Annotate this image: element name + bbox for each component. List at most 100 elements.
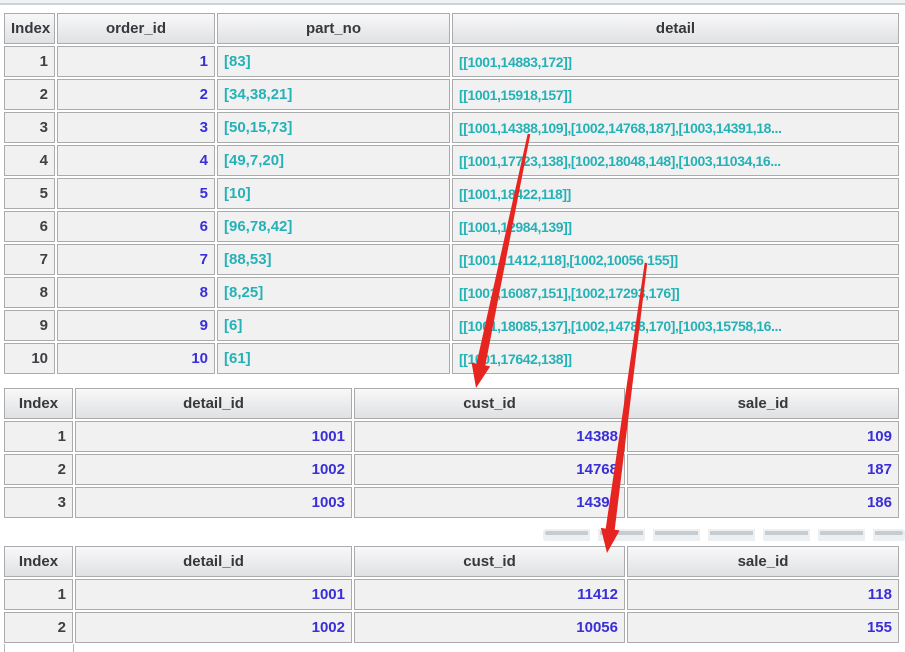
table-row: 22[34,38,21][[1001,15918,157]] [4,79,899,110]
column-header-order_id[interactable]: order_id [57,13,215,44]
obscured-row-strip [543,529,905,541]
table-cell-detail[interactable]: [[1001,17642,138]] [452,343,899,374]
table-cell-order_id[interactable]: 2 [57,79,215,110]
header-row: Indexdetail_idcust_idsale_id [4,546,899,577]
header-row: Indexorder_idpart_nodetail [4,13,899,44]
table-row: 66[96,78,42][[1001,12984,139]] [4,211,899,242]
table-cell-cust_id[interactable]: 10056 [354,612,625,643]
table-row: 1010[61][[1001,17642,138]] [4,343,899,374]
table-cell-detail[interactable]: [[1001,11412,118],[1002,10056,155]] [452,244,899,275]
column-header-index[interactable]: Index [4,546,73,577]
table-cell-part_no[interactable]: [50,15,73] [217,112,450,143]
table-cell-index[interactable]: 3 [4,487,73,518]
cropped-row-index-border [73,644,74,652]
table-cell-index[interactable]: 2 [4,79,55,110]
table-cell-order_id[interactable]: 3 [57,112,215,143]
table-cell-sale_id[interactable]: 109 [627,421,899,452]
table-cell-part_no[interactable]: [88,53] [217,244,450,275]
table-cell-cust_id[interactable]: 14768 [354,454,625,485]
table-cell-order_id[interactable]: 7 [57,244,215,275]
table-row: 77[88,53][[1001,11412,118],[1002,10056,1… [4,244,899,275]
table-cell-sale_id[interactable]: 118 [627,579,899,610]
table-row: 2100214768187 [4,454,899,485]
obscured-row-dashes [545,531,903,535]
table-cell-part_no[interactable]: [96,78,42] [217,211,450,242]
table-cell-index[interactable]: 1 [4,421,73,452]
table-cell-index[interactable]: 1 [4,46,55,77]
table-cell-order_id[interactable]: 1 [57,46,215,77]
table-cell-part_no[interactable]: [10] [217,178,450,209]
table-cell-index[interactable]: 3 [4,112,55,143]
table-cell-detail[interactable]: [[1001,17723,138],[1002,18048,148],[1003… [452,145,899,176]
table-cell-sale_id[interactable]: 155 [627,612,899,643]
table-row: 1100111412118 [4,579,899,610]
table-cell-detail_id[interactable]: 1001 [75,579,352,610]
table-cell-sale_id[interactable]: 186 [627,487,899,518]
table-cell-part_no[interactable]: [49,7,20] [217,145,450,176]
column-header-index[interactable]: Index [4,13,55,44]
table-row: 44[49,7,20][[1001,17723,138],[1002,18048… [4,145,899,176]
order3-detail-data-grid: Indexdetail_idcust_idsale_id110011438810… [2,386,901,520]
table-cell-part_no[interactable]: [34,38,21] [217,79,450,110]
column-header-sale_id[interactable]: sale_id [627,388,899,419]
column-header-detail[interactable]: detail [452,13,899,44]
table-cell-index[interactable]: 5 [4,178,55,209]
table-cell-detail_id[interactable]: 1002 [75,612,352,643]
table-cell-index[interactable]: 1 [4,579,73,610]
cropped-row-left-border [4,644,5,652]
table-row: 99[6][[1001,18085,137],[1002,14788,170],… [4,310,899,341]
table-cell-index[interactable]: 9 [4,310,55,341]
table-cell-detail_id[interactable]: 1003 [75,487,352,518]
table-cell-order_id[interactable]: 8 [57,277,215,308]
column-header-cust_id[interactable]: cust_id [354,546,625,577]
orders-table: Indexorder_idpart_nodetail11[83][[1001,1… [2,11,901,376]
table-cell-order_id[interactable]: 6 [57,211,215,242]
header-row: Indexdetail_idcust_idsale_id [4,388,899,419]
table-cell-order_id[interactable]: 10 [57,343,215,374]
table-row: 88[8,25][[1001,16087,151],[1002,17293,17… [4,277,899,308]
table-row: 3100314391186 [4,487,899,518]
table-cell-part_no[interactable]: [8,25] [217,277,450,308]
column-header-sale_id[interactable]: sale_id [627,546,899,577]
order7-detail-table: Indexdetail_idcust_idsale_id110011141211… [2,544,901,645]
table-cell-detail[interactable]: [[1001,14883,172]] [452,46,899,77]
table-cell-order_id[interactable]: 5 [57,178,215,209]
table-cell-detail[interactable]: [[1001,14388,109],[1002,14768,187],[1003… [452,112,899,143]
table-cell-part_no[interactable]: [83] [217,46,450,77]
table-row: 1100114388109 [4,421,899,452]
table-cell-detail[interactable]: [[1001,16087,151],[1002,17293,176]] [452,277,899,308]
table-cell-detail[interactable]: [[1001,15918,157]] [452,79,899,110]
table-cell-order_id[interactable]: 4 [57,145,215,176]
table-cell-detail_id[interactable]: 1001 [75,421,352,452]
table-cell-cust_id[interactable]: 14388 [354,421,625,452]
table-cell-part_no[interactable]: [6] [217,310,450,341]
column-header-index[interactable]: Index [4,388,73,419]
column-header-cust_id[interactable]: cust_id [354,388,625,419]
table-cell-detail[interactable]: [[1001,18085,137],[1002,14788,170],[1003… [452,310,899,341]
table-cell-index[interactable]: 10 [4,343,55,374]
table-row: 33[50,15,73][[1001,14388,109],[1002,1476… [4,112,899,143]
column-header-part_no[interactable]: part_no [217,13,450,44]
table-cell-index[interactable]: 7 [4,244,55,275]
table-cell-order_id[interactable]: 9 [57,310,215,341]
orders-data-grid: Indexorder_idpart_nodetail11[83][[1001,1… [2,11,901,376]
table-row: 11[83][[1001,14883,172]] [4,46,899,77]
table-cell-cust_id[interactable]: 11412 [354,579,625,610]
table-cell-sale_id[interactable]: 187 [627,454,899,485]
table-cell-index[interactable]: 2 [4,454,73,485]
order3-detail-table: Indexdetail_idcust_idsale_id110011438810… [2,386,901,520]
table-cell-cust_id[interactable]: 14391 [354,487,625,518]
table-cell-index[interactable]: 8 [4,277,55,308]
table-cell-detail[interactable]: [[1001,18422,118]] [452,178,899,209]
table-cell-detail[interactable]: [[1001,12984,139]] [452,211,899,242]
table-row: 55[10][[1001,18422,118]] [4,178,899,209]
column-header-detail_id[interactable]: detail_id [75,546,352,577]
column-header-detail_id[interactable]: detail_id [75,388,352,419]
table-cell-index[interactable]: 2 [4,612,73,643]
cropped-ui-top-border [0,3,905,5]
table-cell-index[interactable]: 6 [4,211,55,242]
table-cell-detail_id[interactable]: 1002 [75,454,352,485]
table-cell-index[interactable]: 4 [4,145,55,176]
table-cell-part_no[interactable]: [61] [217,343,450,374]
order7-detail-data-grid: Indexdetail_idcust_idsale_id110011141211… [2,544,901,645]
